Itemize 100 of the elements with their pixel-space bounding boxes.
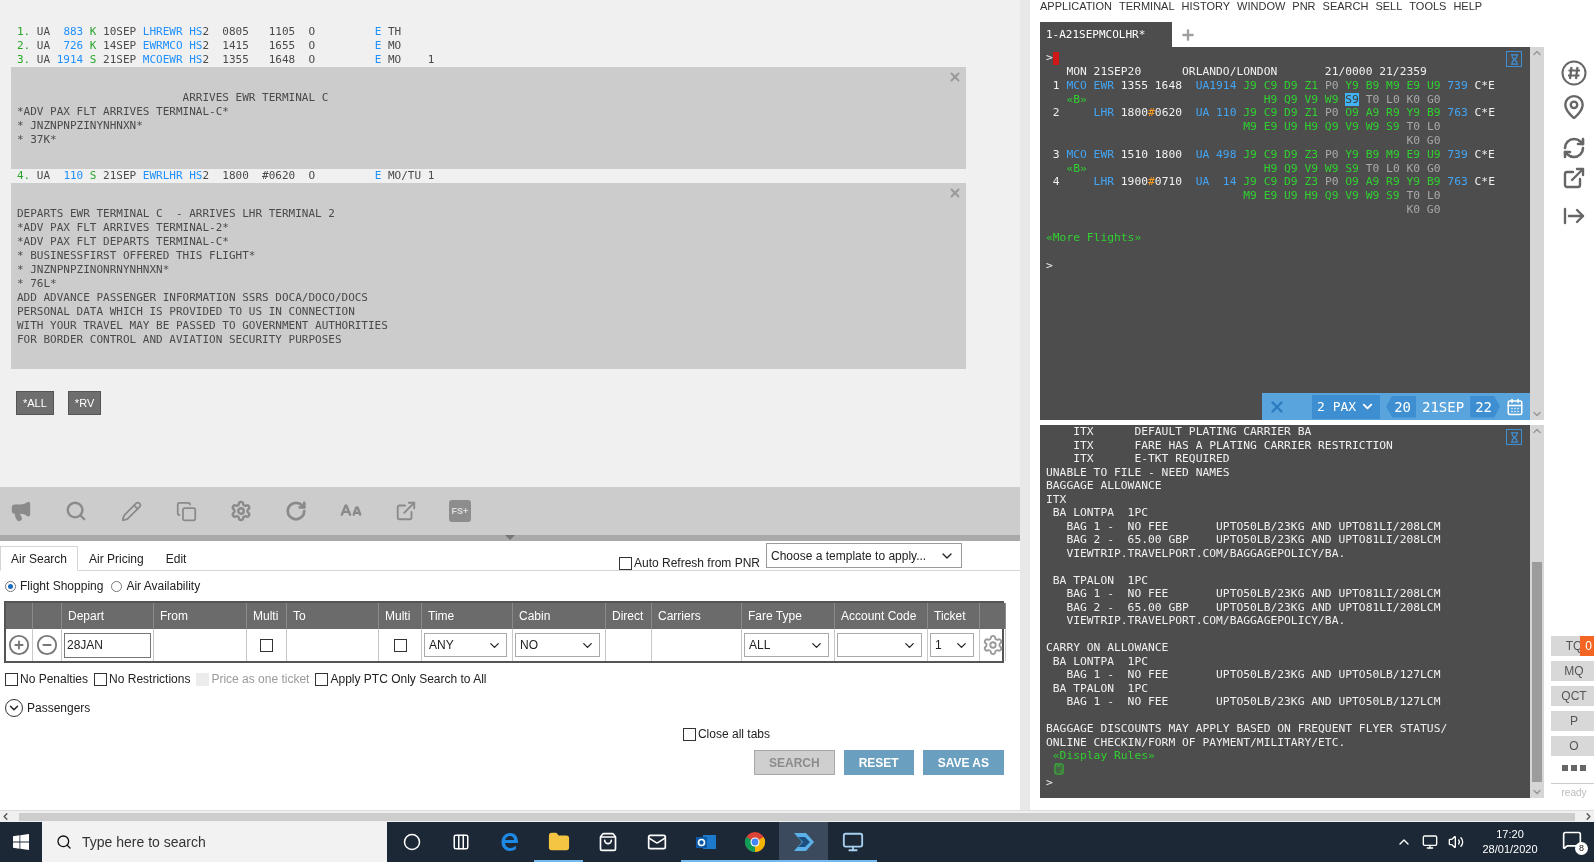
highlighted-text: S9: [1345, 92, 1359, 106]
terminal-text: 2 1415 1655 O: [202, 39, 317, 52]
terminal-text: 3.: [17, 53, 31, 66]
scrollbar[interactable]: [1530, 425, 1544, 798]
terminal-text: C*E: [1473, 78, 1495, 92]
terminal-text: MCO EWR: [1066, 78, 1114, 92]
terminal-tab[interactable]: 1-A21SEPMCOLHR*: [1040, 22, 1172, 47]
terminal-text: 739: [1447, 147, 1468, 161]
dropdown[interactable]: ALL: [744, 633, 829, 657]
add-icon[interactable]: [8, 634, 30, 656]
terminal-text: ITX FARE HAS A PLATING CARRIER RESTRICTION: [1072, 438, 1393, 452]
dropdown-placeholder: Choose a template to apply...: [771, 548, 927, 563]
form-tab[interactable]: Edit: [154, 546, 198, 571]
checkbox[interactable]: [94, 672, 108, 686]
terminal-text: ADD ADVANCE PASSENGER INFORMATION SSRS DOCA/DOCO/DOCS: [17, 291, 369, 305]
terminal-link[interactable]: «B»: [1046, 161, 1087, 175]
form-tab[interactable]: Air Pricing: [78, 546, 155, 571]
chrome-logo-icon: [743, 831, 766, 853]
menu-item[interactable]: PNR: [1292, 0, 1316, 14]
terminal-text: DEPARTS EWR TERMINAL C - ARRIVES LHR TERMINAL 2: [17, 207, 336, 221]
terminal-text: J9 C9 D9 Z3: [1243, 175, 1320, 189]
network-icon[interactable]: [1422, 834, 1438, 850]
folder-icon: [547, 831, 570, 853]
menu-item[interactable]: TOOLS: [1409, 0, 1447, 14]
dropdown[interactable]: 1: [930, 633, 974, 657]
terminal-text: FOR BORDER CONTROL AND AVIATION SECURITY PURPOSES: [17, 333, 343, 347]
location-pin-icon[interactable]: [1561, 94, 1587, 120]
refresh-icon[interactable]: [1562, 136, 1586, 160]
checkbox[interactable]: [260, 638, 273, 652]
terminal-text: * 76L*: [17, 277, 58, 291]
scroll-right-icon[interactable]: [1583, 811, 1594, 822]
input-field[interactable]: 28JAN: [64, 632, 151, 658]
dropdown[interactable]: NO: [515, 633, 600, 657]
dropdown[interactable]: [837, 633, 922, 657]
quick-button[interactable]: QCT: [1551, 686, 1594, 706]
search-field[interactable]: Type here to search: [42, 822, 387, 862]
calendar-icon[interactable]: [1506, 397, 1524, 416]
checkbox[interactable]: [393, 638, 407, 652]
checkbox[interactable]: [315, 672, 329, 686]
command-button[interactable]: *RV: [67, 391, 102, 415]
menu-item[interactable]: APPLICATION: [1040, 0, 1112, 14]
terminal-text: 4: [1051, 175, 1061, 189]
terminal-text: * 37K*: [17, 133, 58, 147]
dropdown[interactable]: ANY: [424, 633, 507, 657]
radio-button[interactable]: [111, 580, 123, 592]
scroll-thumb[interactable]: [1532, 562, 1542, 782]
more-icon[interactable]: [1562, 765, 1586, 771]
terminal-text: * JNZNPNPZINONRNYNHNXN*: [17, 263, 171, 277]
scroll-thumb[interactable]: [19, 812, 1575, 821]
command-button[interactable]: *ALL: [16, 391, 54, 415]
menu-item[interactable]: SELL: [1375, 0, 1403, 14]
menu-item[interactable]: HISTORY: [1181, 0, 1231, 14]
checkbox[interactable]: [5, 672, 18, 686]
remove-icon[interactable]: [36, 634, 58, 656]
terminal-text: MO/TU 1: [386, 169, 435, 182]
terminal-text: UA: [35, 25, 52, 38]
volume-icon[interactable]: [1448, 834, 1464, 850]
terminal-text: 0620: [1154, 106, 1184, 120]
horizontal-scrollbar[interactable]: [0, 810, 1594, 822]
quick-button[interactable]: O: [1551, 736, 1594, 756]
menu-item[interactable]: SEARCH: [1322, 0, 1369, 14]
collapse-icon[interactable]: [1506, 429, 1522, 445]
dropdown-value: ALL: [749, 638, 771, 652]
column-header: Account Code: [841, 609, 917, 623]
add-tab-icon[interactable]: [1180, 26, 1196, 43]
checkbox-label: Close all tabs: [697, 727, 770, 741]
terminal-text: 739: [1447, 78, 1468, 92]
radio-button[interactable]: [5, 580, 16, 592]
menu-item[interactable]: WINDOW: [1237, 0, 1286, 14]
collapse-icon[interactable]: [1506, 51, 1522, 67]
checkbox[interactable]: [618, 556, 632, 570]
menu-item[interactable]: TERMINAL: [1118, 0, 1175, 14]
terminal-text: BAG 2 - 65.00 GBP UPTO50LB/23KG AND UPTO81LI/208LCM: [1065, 533, 1441, 547]
template-dropdown[interactable]: Choose a template to apply...: [766, 543, 962, 568]
checkbox-label: Auto Refresh from PNR: [633, 556, 760, 570]
radio-label: Flight Shopping: [20, 579, 104, 593]
terminal-text: 0710: [1154, 175, 1184, 189]
quick-button[interactable]: MQ: [1551, 661, 1594, 681]
menu-item[interactable]: HELP: [1453, 0, 1483, 14]
terminal-text: H9 Q9 V9 W9 S9: [1262, 161, 1360, 175]
checkbox[interactable]: [682, 727, 696, 741]
terminal-text: CARRY ON ALLOWANCE: [1046, 641, 1169, 655]
terminal-link[interactable]: «Display Rules»: [1046, 749, 1155, 762]
terminal-text: S: [88, 169, 97, 182]
terminal-text: C*E: [1473, 175, 1495, 189]
terminal-text: M9 E9 U9 H9 Q9 V9 W9 S9: [1242, 120, 1401, 134]
clock[interactable]: 17:20 28/01/2020: [1474, 827, 1546, 857]
section-label: Passengers: [27, 701, 91, 715]
hash-icon[interactable]: [1561, 60, 1587, 86]
form-tab[interactable]: Air Search: [0, 546, 79, 571]
settings-icon[interactable]: [981, 634, 1004, 656]
terminal-text: UA 14: [1195, 175, 1238, 189]
terminal-link[interactable]: «More Flights»: [1046, 230, 1142, 244]
checkbox-label: No Penalties: [20, 672, 89, 686]
terminal-text: BAGGAGE ALLOWANCE: [1046, 479, 1162, 493]
terminal-text: UA1914: [1195, 78, 1238, 92]
external-link-icon[interactable]: [1562, 166, 1586, 190]
terminal-link[interactable]: «B»: [1046, 92, 1087, 106]
terminal-text: ITX: [1046, 492, 1067, 506]
quick-button[interactable]: P: [1551, 711, 1594, 731]
